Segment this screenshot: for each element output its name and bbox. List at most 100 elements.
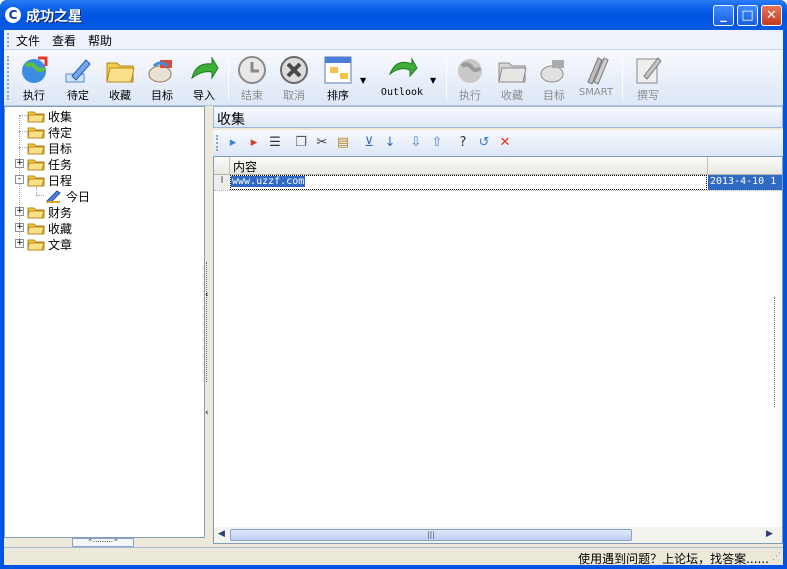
target-disabled-button[interactable]: 目标 bbox=[534, 52, 574, 104]
sort-icon bbox=[324, 56, 352, 84]
tree-item-label: 文章 bbox=[48, 238, 73, 252]
tree-item-collect[interactable]: 收集 bbox=[27, 108, 72, 124]
maximize-button[interactable]: □ bbox=[737, 5, 758, 26]
menu-file[interactable]: 文件 bbox=[16, 32, 40, 49]
scrollbar-thumb[interactable]: ||| bbox=[230, 529, 632, 541]
new-item-icon[interactable]: ▸ bbox=[225, 135, 241, 151]
row-header-corner bbox=[214, 157, 230, 175]
toolbar-grip[interactable] bbox=[7, 56, 9, 100]
column-header-date[interactable] bbox=[708, 157, 782, 175]
smart-icon bbox=[587, 57, 609, 85]
collapse-left-arrow-icon[interactable]: ‹ bbox=[205, 290, 209, 300]
menu-grip[interactable] bbox=[7, 33, 9, 47]
expand-finance-icon[interactable]: + bbox=[15, 207, 24, 216]
status-help-link[interactable]: 使用遇到问题？上论坛，找答案...... bbox=[578, 550, 769, 567]
folder-icon bbox=[27, 223, 45, 235]
panel-splitter[interactable]: ‹ ‹ bbox=[205, 106, 213, 538]
cut-icon[interactable]: ✂ bbox=[314, 135, 330, 151]
pending-button[interactable]: 待定 bbox=[58, 52, 98, 104]
smart-label: SMART bbox=[578, 87, 614, 98]
find-icon[interactable]: ? bbox=[455, 135, 471, 151]
properties-icon[interactable]: ☰ bbox=[267, 135, 283, 151]
close-grid-icon[interactable]: ✕ bbox=[497, 135, 513, 151]
tree-item-favorites[interactable]: 收藏 bbox=[27, 220, 72, 236]
resize-grip-icon[interactable]: ⋰ bbox=[772, 552, 781, 562]
paste-icon[interactable]: ▤ bbox=[335, 135, 351, 151]
horizontal-scrollbar[interactable]: ◀ ||| ▶ bbox=[214, 527, 782, 543]
tree-item-schedule[interactable]: 日程 bbox=[27, 172, 72, 188]
table-row[interactable]: I www.uzzf.com 2013-4-10 1 bbox=[214, 175, 782, 191]
minimize-button[interactable]: _ bbox=[713, 5, 734, 26]
execute-button[interactable]: 执行 bbox=[14, 52, 54, 104]
smart-button[interactable]: SMART bbox=[576, 52, 616, 104]
folder-icon bbox=[27, 239, 45, 251]
cell-content-text: www.uzzf.com bbox=[231, 176, 306, 187]
tree-item-label: 日程 bbox=[48, 174, 73, 188]
outlook-button[interactable]: Outlook bbox=[378, 52, 426, 104]
main-window: C 成功之星 _ □ ✕ 文件 查看 帮助 执行 待定 收藏 目标 导入 结束 … bbox=[0, 0, 787, 569]
execute-disabled-button[interactable]: 执行 bbox=[450, 52, 490, 104]
tree-line bbox=[19, 115, 27, 116]
cancel-icon bbox=[280, 56, 308, 84]
cell-date[interactable]: 2013-4-10 1 bbox=[708, 175, 782, 190]
sort-dropdown-arrow-icon[interactable]: ▼ bbox=[360, 76, 366, 85]
menu-help[interactable]: 帮助 bbox=[88, 32, 112, 49]
menu-view[interactable]: 查看 bbox=[52, 32, 76, 49]
move-up-icon[interactable]: ⇧ bbox=[429, 135, 445, 151]
expand-favorites-icon[interactable]: + bbox=[15, 223, 24, 232]
favorites-label: 收藏 bbox=[109, 89, 131, 102]
move-down-icon[interactable]: ⇩ bbox=[408, 135, 424, 151]
pending-label: 待定 bbox=[67, 89, 89, 102]
tree-item-today[interactable]: 今日 bbox=[45, 188, 90, 204]
refresh-icon[interactable]: ↺ bbox=[476, 135, 492, 151]
sort-az-icon[interactable]: ↓ bbox=[382, 135, 398, 151]
column-header-content[interactable]: 内容 bbox=[230, 157, 708, 175]
target-icon bbox=[148, 60, 172, 83]
cell-content[interactable]: www.uzzf.com bbox=[230, 175, 707, 190]
import-button[interactable]: 导入 bbox=[184, 52, 224, 104]
tree-item-label: 财务 bbox=[48, 206, 73, 220]
write-button[interactable]: 撰写 bbox=[628, 52, 668, 104]
outlook-dropdown-arrow-icon[interactable]: ▼ bbox=[430, 76, 436, 85]
expand-task-icon[interactable]: + bbox=[15, 159, 24, 168]
favorites-disabled-label: 收藏 bbox=[501, 89, 523, 102]
clock-icon bbox=[238, 56, 266, 84]
title-bar[interactable]: C 成功之星 _ □ ✕ bbox=[0, 0, 787, 30]
tree-line bbox=[19, 147, 27, 148]
tree-item-pending[interactable]: 待定 bbox=[27, 124, 72, 140]
collapse-schedule-icon[interactable]: - bbox=[15, 175, 24, 184]
grid-header: 内容 bbox=[214, 157, 782, 175]
favorites-button[interactable]: 收藏 bbox=[100, 52, 140, 104]
filter-icon[interactable]: ⊻ bbox=[361, 135, 377, 151]
tree-item-finance[interactable]: 财务 bbox=[27, 204, 72, 220]
scroll-left-arrow-icon[interactable]: ◀ bbox=[218, 529, 225, 539]
outlook-icon bbox=[388, 57, 418, 78]
favorites-disabled-button[interactable]: 收藏 bbox=[492, 52, 532, 104]
close-button[interactable]: ✕ bbox=[761, 5, 782, 26]
grid-toolbar: ▸ ▸ ☰ ❐ ✂ ▤ ⊻ ↓ ⇩ ⇧ ? ↺ ✕ bbox=[213, 130, 783, 156]
cancel-task-button[interactable]: 取消 bbox=[274, 52, 314, 104]
tree-item-goal[interactable]: 目标 bbox=[27, 140, 72, 156]
tree-item-label: 目标 bbox=[48, 142, 73, 156]
item-grid: 内容 I www.uzzf.com 2013-4-10 1 ◀ ||| ▶ bbox=[213, 156, 783, 544]
finish-button[interactable]: 结束 bbox=[232, 52, 272, 104]
expand-articles-icon[interactable]: + bbox=[15, 239, 24, 248]
tree-item-articles[interactable]: 文章 bbox=[27, 236, 72, 252]
window-title: 成功之星 bbox=[26, 9, 82, 25]
folder-icon bbox=[498, 62, 527, 83]
sort-label: 排序 bbox=[327, 89, 349, 102]
sort-button[interactable]: 排序 bbox=[318, 52, 358, 104]
collapse-left-arrow-icon[interactable]: ‹ bbox=[205, 408, 209, 418]
splitter-grip[interactable] bbox=[206, 262, 212, 382]
scroll-right-arrow-icon[interactable]: ▶ bbox=[766, 529, 773, 539]
tree-item-label: 今日 bbox=[66, 190, 91, 204]
grid-toolbar-grip[interactable] bbox=[216, 135, 218, 151]
target-button[interactable]: 目标 bbox=[142, 52, 182, 104]
tree-item-task[interactable]: 任务 bbox=[27, 156, 72, 172]
delete-item-icon[interactable]: ▸ bbox=[246, 135, 262, 151]
right-collapse-grip[interactable] bbox=[774, 297, 782, 407]
left-panel-resize-grip[interactable]: ⌃·········⌃ bbox=[72, 538, 134, 547]
copy-icon[interactable]: ❐ bbox=[293, 135, 309, 151]
today-pencil-icon bbox=[46, 190, 61, 203]
pencil-icon bbox=[65, 59, 91, 83]
